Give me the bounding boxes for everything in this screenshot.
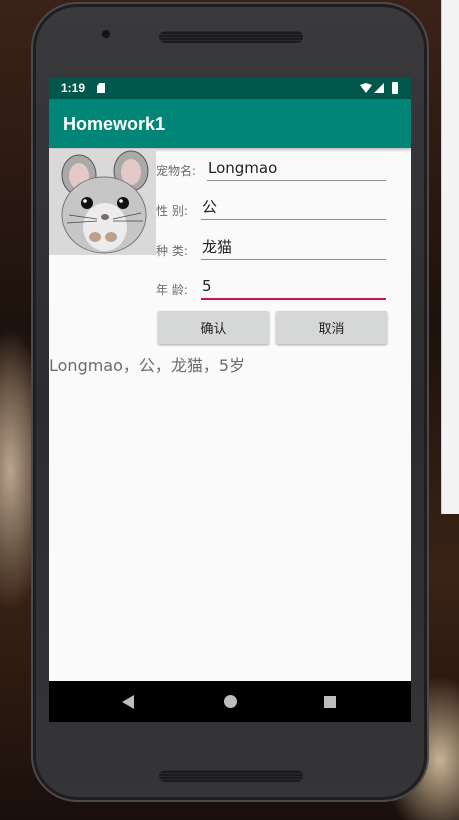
pet-name-label: 宠物名: [156, 164, 197, 178]
status-time: 1:19 [61, 81, 86, 95]
battery-icon [392, 82, 398, 94]
chinchilla-image [49, 149, 156, 255]
navigation-bar [49, 681, 411, 722]
home-icon[interactable] [224, 695, 237, 708]
recents-icon[interactable] [324, 696, 336, 708]
bottom-speaker-grille [159, 770, 303, 782]
gender-field[interactable] [201, 194, 386, 220]
confirm-button[interactable]: 确认 [158, 311, 269, 344]
species-label: 种 类: [156, 244, 188, 258]
app-toolbar: Homework1 [49, 99, 411, 148]
signal-icon [374, 83, 384, 93]
age-label: 年 龄: [156, 283, 188, 297]
wifi-icon [360, 83, 372, 93]
front-camera [102, 30, 110, 38]
species-field[interactable] [201, 234, 386, 260]
pet-photo [49, 149, 156, 255]
gender-label: 性 别: [156, 204, 188, 218]
status-bar: 1:19 [49, 78, 411, 99]
app-title: Homework1 [63, 114, 166, 134]
device-screen: 1:19 Homework1 宠物名: 性 别: 种 [49, 78, 411, 722]
top-speaker-grille [159, 31, 303, 43]
side-window-edge [441, 0, 459, 514]
age-field[interactable] [201, 274, 386, 300]
back-icon[interactable] [122, 695, 134, 709]
cancel-button[interactable]: 取消 [276, 311, 387, 344]
pet-name-field[interactable] [207, 155, 386, 181]
result-summary-text: Longmao，公，龙猫，5岁 [49, 356, 246, 375]
sd-card-icon [97, 83, 105, 93]
